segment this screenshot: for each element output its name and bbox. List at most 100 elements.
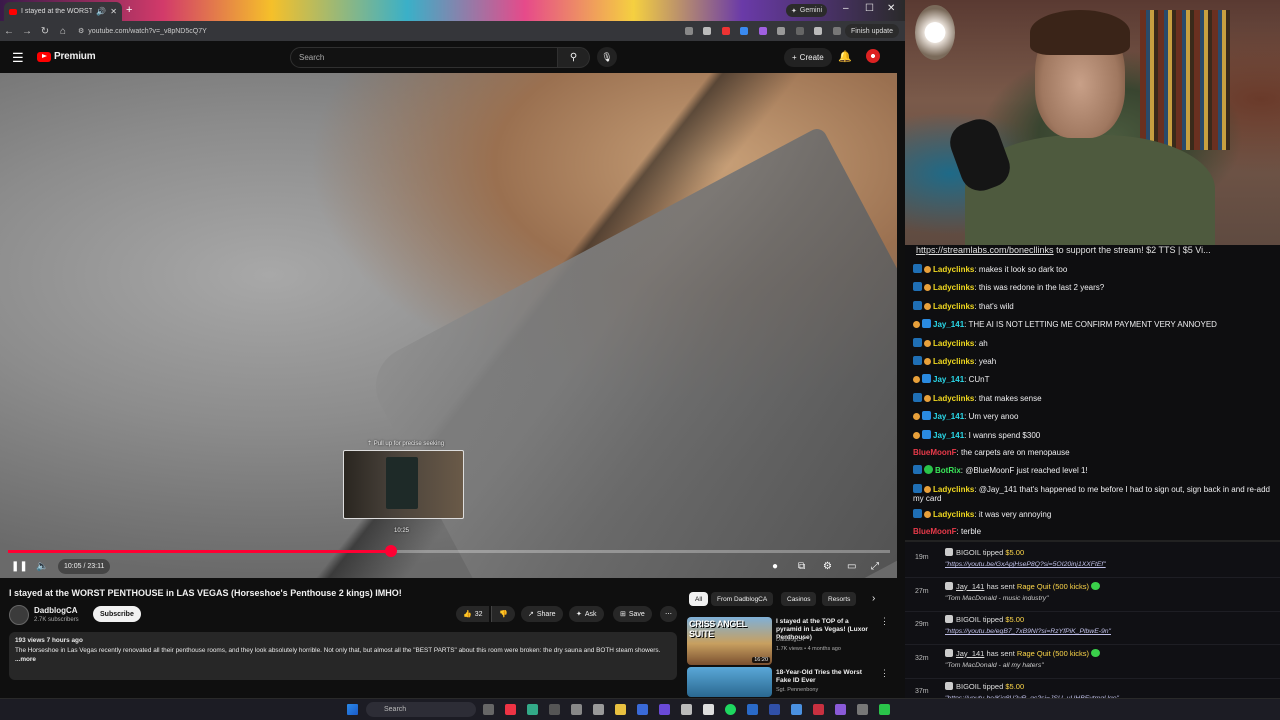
chat-username[interactable]: Ladyclinks bbox=[933, 394, 974, 403]
autoplay-toggle-icon[interactable]: ● bbox=[772, 561, 778, 572]
chat-username[interactable]: Ladyclinks bbox=[933, 302, 974, 311]
app-icon[interactable] bbox=[681, 704, 692, 715]
extension-icon[interactable] bbox=[777, 27, 786, 35]
pause-icon[interactable]: ❚❚ bbox=[11, 561, 28, 572]
back-icon[interactable]: ← bbox=[0, 26, 18, 37]
theater-mode-icon[interactable]: ▭ bbox=[847, 561, 856, 572]
site-info-icon[interactable]: ⚙ bbox=[78, 27, 84, 35]
captions-icon[interactable]: ⧉ bbox=[798, 561, 805, 572]
fullscreen-icon[interactable]: ⤢ bbox=[871, 561, 879, 572]
ticker-link[interactable]: https://streamlabs.com/bonecllinks bbox=[916, 245, 1054, 255]
sidebar-icon[interactable] bbox=[832, 27, 841, 35]
related-thumbnail[interactable] bbox=[687, 667, 772, 697]
volume-icon[interactable]: 🔈 bbox=[36, 561, 48, 572]
chips-next-icon[interactable]: › bbox=[872, 593, 875, 604]
app-icon[interactable] bbox=[593, 704, 604, 715]
chat-username[interactable]: Jay_141 bbox=[933, 412, 964, 421]
like-button[interactable]: 👍 32 bbox=[456, 606, 489, 622]
voice-search-button[interactable]: 🎙 bbox=[597, 47, 617, 67]
chat-username[interactable]: BlueMoonF bbox=[913, 448, 957, 457]
save-button[interactable]: ⊞ Save bbox=[613, 606, 652, 622]
extension-icon[interactable] bbox=[721, 27, 730, 35]
chip-all[interactable]: All bbox=[689, 592, 709, 606]
app-icon[interactable] bbox=[637, 704, 648, 715]
app-icon[interactable] bbox=[659, 704, 670, 715]
create-button[interactable]: + Create bbox=[784, 48, 832, 67]
extension-icon[interactable] bbox=[740, 27, 749, 35]
chat-username[interactable]: Ladyclinks bbox=[933, 510, 974, 519]
close-window-icon[interactable]: ✕ bbox=[887, 3, 895, 14]
app-icon[interactable] bbox=[791, 704, 802, 715]
notifications-bell-icon[interactable]: 🔔 bbox=[838, 50, 852, 63]
taskbar-search[interactable]: Search bbox=[366, 702, 476, 717]
spotify-icon[interactable] bbox=[725, 704, 736, 715]
progress-bar[interactable] bbox=[8, 550, 890, 553]
app-icon[interactable] bbox=[769, 704, 780, 715]
folder-icon[interactable] bbox=[615, 704, 626, 715]
windows-start-icon[interactable] bbox=[347, 704, 358, 715]
search-button[interactable]: ⚲ bbox=[558, 47, 590, 68]
finish-update-button[interactable]: Finish update bbox=[844, 24, 899, 38]
app-icon[interactable] bbox=[879, 704, 890, 715]
account-avatar[interactable] bbox=[866, 49, 880, 63]
chat-username[interactable]: BotRix bbox=[935, 466, 961, 475]
ask-button[interactable]: ✦ Ask bbox=[569, 606, 604, 622]
app-icon[interactable] bbox=[703, 704, 714, 715]
app-icon[interactable] bbox=[835, 704, 846, 715]
share-button[interactable]: ↗ Share bbox=[521, 606, 563, 622]
app-icon[interactable] bbox=[857, 704, 868, 715]
audio-icon[interactable]: 🔊 bbox=[96, 7, 106, 16]
more-actions-button[interactable]: ⋯ bbox=[660, 606, 677, 622]
chat-username[interactable]: Jay_141 bbox=[933, 375, 964, 384]
channel-name[interactable]: DadblogCA bbox=[34, 606, 78, 615]
search-input[interactable]: Search bbox=[290, 47, 558, 68]
app-icon[interactable] bbox=[571, 704, 582, 715]
chat-username[interactable]: Ladyclinks bbox=[933, 357, 974, 366]
chip-casinos[interactable]: Casinos bbox=[781, 592, 817, 606]
app-icon[interactable] bbox=[505, 704, 516, 715]
show-more-link[interactable]: ...more bbox=[15, 655, 671, 665]
description-box[interactable]: 193 views 7 hours ago The Horseshoe in L… bbox=[9, 632, 677, 680]
app-icon[interactable] bbox=[747, 704, 758, 715]
minimize-icon[interactable]: – bbox=[843, 3, 849, 14]
app-icon[interactable] bbox=[813, 704, 824, 715]
chat-username[interactable]: Ladyclinks bbox=[933, 485, 974, 494]
cast-icon[interactable] bbox=[685, 27, 693, 35]
close-tab-icon[interactable]: ✕ bbox=[110, 7, 117, 16]
chat-username[interactable]: Ladyclinks bbox=[933, 265, 974, 274]
related-thumbnail[interactable]: CRISS ANGEL SUITE 16:20 bbox=[687, 617, 772, 665]
star-icon[interactable] bbox=[703, 27, 712, 35]
chip-resorts[interactable]: Resorts bbox=[822, 592, 857, 606]
maximize-icon[interactable]: ☐ bbox=[865, 3, 874, 14]
more-vertical-icon[interactable]: ⋮ bbox=[880, 668, 889, 679]
subscribe-button[interactable]: Subscribe bbox=[93, 606, 141, 622]
chat-username[interactable]: Jay_141 bbox=[933, 431, 964, 440]
tab-youtube[interactable]: I stayed at the WORST PEN... 🔊 ✕ bbox=[4, 2, 122, 21]
reload-icon[interactable]: ↻ bbox=[36, 26, 54, 37]
chat-username[interactable]: Ladyclinks bbox=[933, 339, 974, 348]
settings-gear-icon[interactable]: ⚙ bbox=[823, 561, 832, 572]
puzzle-icon[interactable] bbox=[814, 27, 823, 35]
extension-icon[interactable] bbox=[795, 27, 804, 35]
related-title[interactable]: 18-Year-Old Tries the Worst Fake ID Ever bbox=[776, 669, 876, 685]
forward-icon[interactable]: → bbox=[18, 26, 36, 37]
extension-icon[interactable] bbox=[758, 27, 767, 35]
chat-username[interactable]: Ladyclinks bbox=[933, 283, 974, 292]
hamburger-menu-icon[interactable]: ☰ bbox=[12, 50, 24, 66]
video-player[interactable]: ⇡ Pull up for precise seeking 10:25 ❚❚ 🔈… bbox=[0, 73, 897, 578]
channel-avatar[interactable] bbox=[9, 605, 29, 625]
event-message[interactable]: "https://youtu.be/GxApjHseP8Q?si=5OI20in… bbox=[945, 561, 1106, 568]
event-message[interactable]: "https://youtu.be/egB7_7xB9NI?si=RzYfPiK… bbox=[945, 628, 1111, 635]
url-field[interactable]: ⚙ youtube.com/watch?v=_v8pND5cQ7Y bbox=[78, 24, 668, 38]
more-vertical-icon[interactable]: ⋮ bbox=[880, 616, 889, 627]
task-view-icon[interactable] bbox=[483, 704, 494, 715]
gemini-button[interactable]: ✦ Gemini bbox=[786, 4, 828, 17]
app-icon[interactable] bbox=[549, 704, 560, 715]
chat-username[interactable]: Jay_141 bbox=[933, 320, 964, 329]
dislike-button[interactable]: 👎 bbox=[491, 606, 515, 622]
home-icon[interactable]: ⌂ bbox=[54, 26, 72, 37]
chat-username[interactable]: BlueMoonF bbox=[913, 527, 957, 536]
new-tab-button[interactable]: + bbox=[126, 4, 132, 16]
chrome-icon[interactable] bbox=[527, 704, 538, 715]
chip-from-channel[interactable]: From DadblogCA bbox=[711, 592, 774, 606]
